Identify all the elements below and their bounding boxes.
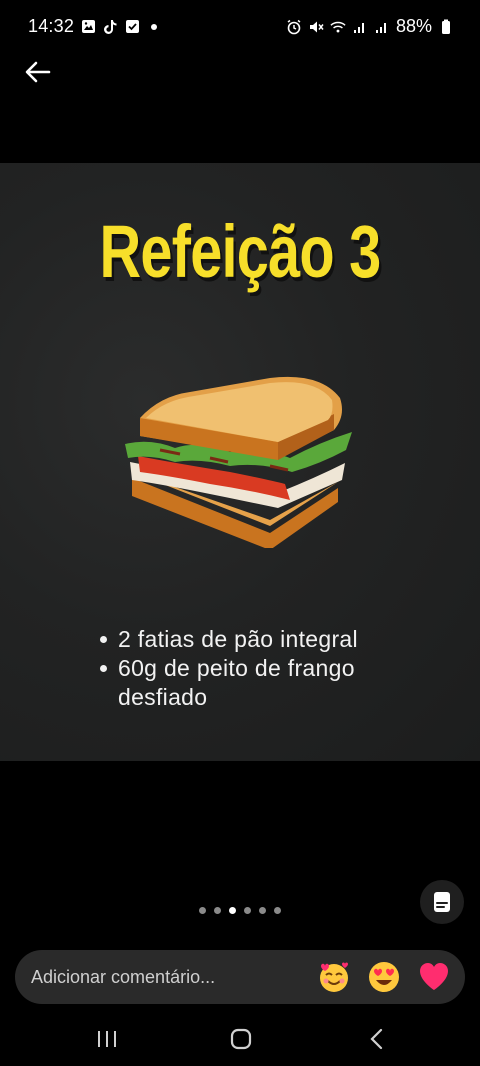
carousel-dot [274, 907, 281, 914]
checkbox-icon [124, 19, 140, 35]
document-icon [434, 892, 450, 912]
alarm-icon [286, 19, 302, 35]
battery-icon [438, 19, 454, 35]
status-bar: 14:32 88% [0, 0, 480, 54]
carousel-dot [214, 907, 221, 914]
recent-apps-icon [98, 1031, 116, 1047]
home-icon [230, 1028, 252, 1050]
smiling-face-with-hearts-icon[interactable] [315, 958, 353, 996]
status-time: 14:32 [28, 16, 75, 36]
sandwich-image [125, 376, 352, 548]
system-navigation-bar [0, 1010, 480, 1066]
signal-icon [374, 19, 390, 35]
heart-eyes-icon[interactable] [365, 958, 403, 996]
battery-percentage: 88% [395, 16, 432, 36]
chevron-left-icon [370, 1028, 383, 1050]
comment-bar[interactable]: Adicionar comentário... [15, 950, 465, 1004]
signal-icon [352, 19, 368, 35]
comment-input[interactable]: Adicionar comentário... [31, 967, 315, 988]
wifi-icon [330, 19, 346, 35]
tiktok-icon [102, 19, 118, 35]
caption-button[interactable] [420, 880, 464, 924]
list-item: 60g de peito de frango desfiado [96, 654, 436, 712]
status-bar-right: 88% [286, 16, 454, 37]
list-item: 2 fatias de pão integral [96, 625, 436, 654]
mute-icon [308, 19, 324, 35]
post-title: Refeição 3 [99, 210, 382, 293]
ingredients-list: 2 fatias de pão integral 60g de peito de… [96, 625, 436, 712]
carousel-dot [244, 907, 251, 914]
gallery-icon [80, 19, 96, 35]
carousel-dot-active [229, 907, 236, 914]
carousel-dot [259, 907, 266, 914]
heart-icon[interactable] [415, 958, 453, 996]
home-button[interactable] [226, 1024, 256, 1054]
status-bar-left: 14:32 [28, 16, 162, 37]
back-button[interactable] [22, 56, 54, 88]
arrow-left-icon [25, 61, 51, 83]
post-image[interactable]: Refeição 3 2 fatias de pão integral 60g … [0, 163, 480, 761]
dot-icon [146, 19, 162, 35]
carousel-dot [199, 907, 206, 914]
recent-apps-button[interactable] [92, 1024, 122, 1054]
carousel-indicator [199, 907, 281, 914]
nav-back-button[interactable] [362, 1024, 392, 1054]
